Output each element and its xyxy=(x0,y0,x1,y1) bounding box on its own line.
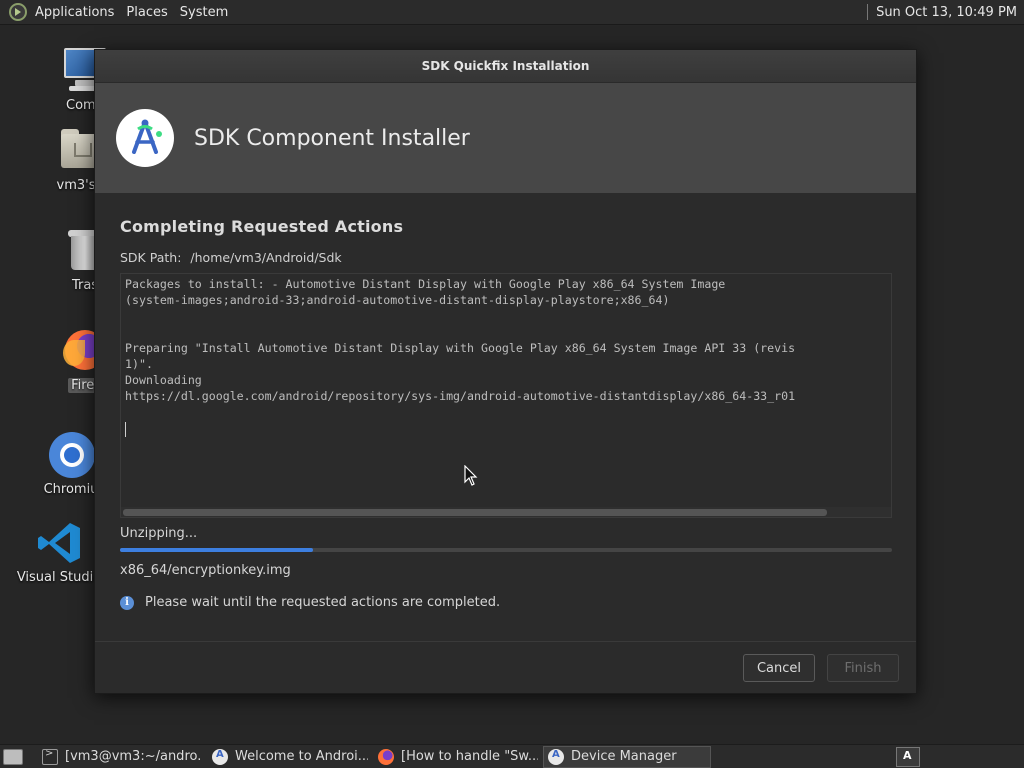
text-caret xyxy=(125,422,126,437)
chromium-icon xyxy=(47,430,95,478)
panel-separator xyxy=(867,4,869,20)
dialog-titlebar[interactable]: SDK Quickfix Installation xyxy=(95,50,916,83)
sdk-path-value: /home/vm3/Android/Sdk xyxy=(190,250,342,265)
info-icon: i xyxy=(120,595,134,610)
install-log-console[interactable]: Packages to install: - Automotive Distan… xyxy=(120,273,892,518)
desktop-icon-label: Visual Studio xyxy=(16,570,102,585)
taskbar-item-welcome[interactable]: Welcome to Androi... xyxy=(207,746,369,768)
terminal-icon xyxy=(42,748,58,765)
scrollbar-thumb[interactable] xyxy=(123,509,827,516)
firefox-icon xyxy=(378,748,394,765)
horizontal-scrollbar[interactable] xyxy=(121,507,891,517)
taskbar-item-terminal[interactable]: [vm3@vm3:~/andro... xyxy=(37,746,203,768)
taskbar-item-firefox[interactable]: [How to handle "Sw... xyxy=(373,746,539,768)
sdk-quickfix-dialog: SDK Quickfix Installation SDK Component … xyxy=(94,49,917,694)
mate-logo-icon[interactable] xyxy=(9,3,27,21)
show-desktop-icon[interactable] xyxy=(3,748,23,765)
sdk-path-label: SDK Path: xyxy=(120,250,182,265)
install-log-text: Packages to install: - Automotive Distan… xyxy=(125,277,796,403)
dialog-header: SDK Component Installer xyxy=(95,83,916,193)
android-studio-icon xyxy=(548,748,564,765)
info-row: i Please wait until the requested action… xyxy=(120,595,891,610)
taskbar-item-label: [How to handle "Sw... xyxy=(401,749,539,764)
taskbar-item-label: Welcome to Androi... xyxy=(235,749,369,764)
menu-applications[interactable]: Applications xyxy=(29,5,120,20)
desktop-icon-label: Chromiu xyxy=(43,482,99,497)
dialog-footer: Cancel Finish xyxy=(95,641,916,693)
taskbar-item-label: [vm3@vm3:~/andro... xyxy=(65,749,203,764)
header-title: SDK Component Installer xyxy=(194,125,470,151)
dialog-title: SDK Quickfix Installation xyxy=(421,59,590,73)
progress-fill xyxy=(120,548,313,552)
current-file: x86_64/encryptionkey.img xyxy=(120,563,291,578)
menu-places[interactable]: Places xyxy=(120,5,173,20)
progress-bar xyxy=(120,548,892,552)
info-message: Please wait until the requested actions … xyxy=(145,595,501,610)
android-studio-logo-icon xyxy=(116,109,174,167)
tray-android-studio-icon[interactable] xyxy=(896,746,920,767)
vscode-icon xyxy=(35,518,83,566)
cancel-button[interactable]: Cancel xyxy=(743,654,815,682)
bottom-panel: [vm3@vm3:~/andro... Welcome to Androi...… xyxy=(0,744,1024,768)
top-menu: Applications Places System xyxy=(29,0,234,24)
mouse-pointer-icon xyxy=(464,465,478,486)
sdk-path-row: SDK Path: /home/vm3/Android/Sdk xyxy=(120,250,891,265)
taskbar-item-device-manager[interactable]: Device Manager xyxy=(543,745,711,768)
android-studio-icon xyxy=(212,748,228,765)
top-panel: Applications Places System Sun Oct 13, 1… xyxy=(0,0,1024,25)
menu-system[interactable]: System xyxy=(174,5,234,20)
section-title: Completing Requested Actions xyxy=(120,217,404,236)
top-right-area: Sun Oct 13, 10:49 PM xyxy=(867,0,1024,24)
status-text: Unzipping... xyxy=(120,526,198,541)
finish-button[interactable]: Finish xyxy=(827,654,899,682)
dialog-content: Completing Requested Actions SDK Path: /… xyxy=(95,217,916,610)
taskbar-item-label: Device Manager xyxy=(571,749,677,764)
clock[interactable]: Sun Oct 13, 10:49 PM xyxy=(876,5,1024,20)
